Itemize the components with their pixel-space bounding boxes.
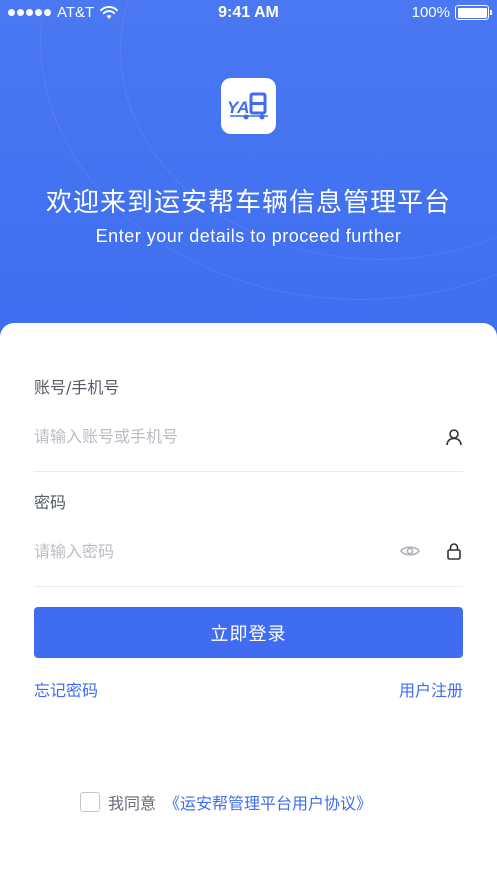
divider	[34, 586, 463, 587]
account-label: 账号/手机号	[34, 378, 120, 397]
status-bar: AT&T 9:41 AM 100%	[0, 0, 497, 28]
user-icon	[443, 426, 465, 448]
agreement-row: 我同意 《运安帮管理平台用户协议》	[80, 790, 372, 814]
svg-text:YA: YA	[227, 98, 249, 117]
password-input[interactable]	[34, 536, 394, 566]
yab-logo-icon: YA	[221, 78, 276, 134]
agreement-link[interactable]: 《运安帮管理平台用户协议》	[164, 790, 372, 814]
account-input[interactable]	[34, 421, 444, 451]
agreement-checkbox[interactable]	[80, 792, 100, 812]
forgot-password-link[interactable]: 忘记密码	[34, 677, 98, 701]
battery-percent: 100%	[411, 4, 450, 21]
register-link[interactable]: 用户注册	[399, 677, 463, 701]
divider	[34, 471, 463, 472]
agreement-prefix: 我同意	[108, 794, 157, 813]
password-label: 密码	[34, 493, 67, 512]
header-banner: AT&T 9:41 AM 100% YA 欢迎来到运安帮车辆信息管理平台 Ent…	[0, 0, 497, 345]
eye-icon[interactable]	[399, 540, 421, 562]
status-right: 100%	[411, 4, 492, 21]
page-subtitle: Enter your details to proceed further	[95, 226, 402, 246]
page-title: 欢迎来到运安帮车辆信息管理平台	[45, 188, 451, 218]
lock-icon	[443, 540, 465, 562]
login-button[interactable]: 立即登录	[34, 607, 463, 658]
battery-icon	[455, 5, 492, 20]
